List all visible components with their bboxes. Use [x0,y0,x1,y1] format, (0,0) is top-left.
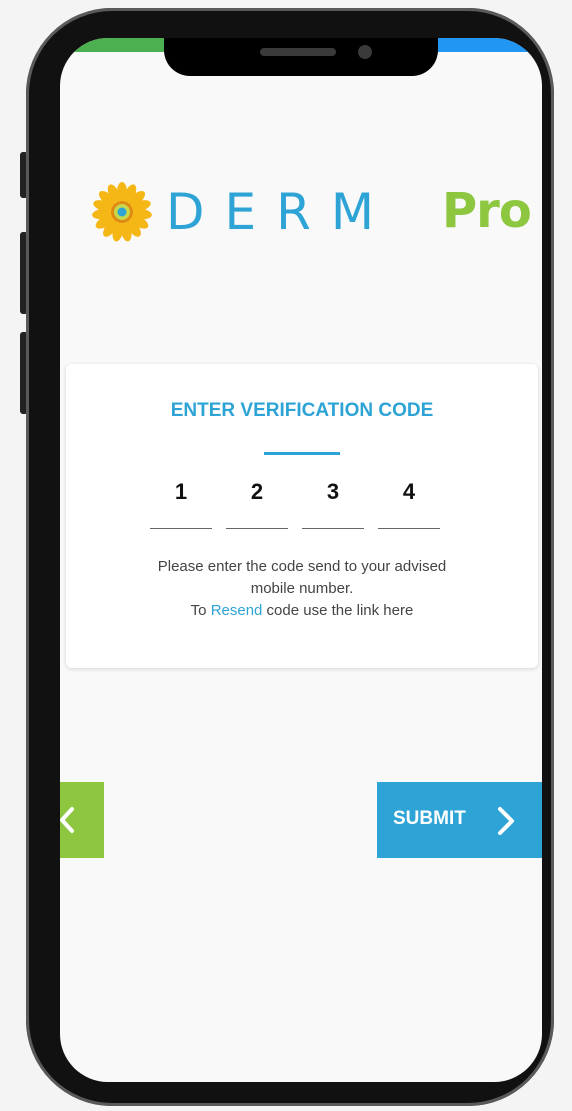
app-logo: DERM Pro [92,182,532,242]
submit-label: SUBMIT [393,808,466,829]
title-underline [264,452,340,455]
resend-link[interactable]: Resend [211,602,263,619]
code-digit-1[interactable]: 1 [150,476,212,529]
status-accent-green [60,38,164,52]
logo-pro-suffix: Pro [442,183,532,239]
phone-notch [164,38,438,76]
card-title: ENTER VERIFICATION CODE [170,400,434,421]
status-accent-blue [438,38,542,52]
help-line-1: Please enter the code send to your advis… [157,558,447,575]
verification-card: ENTER VERIFICATION CODE 1 2 3 4 Please e… [66,364,538,668]
speaker-grille [260,48,336,56]
help-line-2: mobile number. [250,580,354,597]
sunflower-icon [92,182,152,242]
logo-wordmark: DERM [166,183,394,241]
help-text: Please enter the code send to your advis… [66,556,538,622]
help-prefix: To [190,602,211,619]
app-screen: DERM Pro ENTER VERIFICATION CODE 1 2 3 4… [60,38,542,1082]
code-digit-4[interactable]: 4 [378,476,440,529]
chevron-left-icon [60,807,74,833]
device-stage: DERM Pro ENTER VERIFICATION CODE 1 2 3 4… [0,0,572,1111]
front-camera [358,45,372,59]
submit-button[interactable]: SUBMIT [377,782,542,858]
help-suffix: code use the link here [262,602,414,619]
back-button[interactable] [60,782,104,858]
chevron-right-icon [498,807,514,835]
code-digit-3[interactable]: 3 [302,476,364,529]
code-input-row: 1 2 3 4 [150,476,450,532]
help-line-3: To Resend code use the link here [66,600,538,622]
code-digit-2[interactable]: 2 [226,476,288,529]
